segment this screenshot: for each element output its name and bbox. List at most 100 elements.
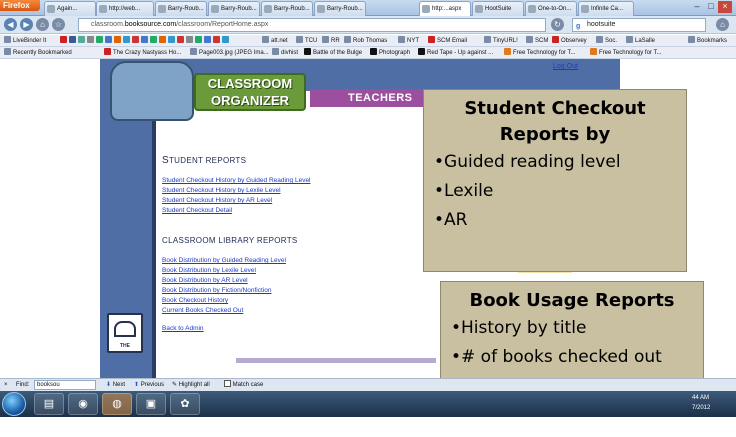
powerpoint-icon[interactable]: ▣ [136,393,166,415]
bookmark-item[interactable]: Observey [552,35,587,46]
minimize-icon[interactable]: – [690,1,704,13]
bookmark-icon[interactable] [114,36,121,43]
bookmark-item[interactable]: LiveBinder It [4,35,46,46]
page-icon [418,48,425,55]
bookmark-icon[interactable] [222,36,229,43]
home-button-icon[interactable]: ⌂ [716,18,729,31]
teachers-tab[interactable]: TEACHERS [348,89,413,107]
report-link[interactable]: Student Checkout History by Lexile Level [162,187,281,194]
browser-tab[interactable]: Barry-Roub... [261,1,313,16]
report-link[interactable]: Student Checkout History by AR Level [162,197,272,204]
bookmark-item[interactable]: LaSalle [626,35,655,46]
bookmark-item[interactable]: att.net [262,35,288,46]
bookmark-icon[interactable] [204,36,211,43]
bookmark-item[interactable]: NYT [398,35,419,46]
explorer-folder-icon[interactable]: ▤ [34,393,64,415]
bookmark-icon[interactable] [159,36,166,43]
tab-label: Barry-Roub... [327,6,363,12]
bookmark-item[interactable]: Free Technology for T... [504,47,576,58]
search-input[interactable]: g hootsuite [572,18,706,32]
bookmark-item[interactable]: Page003.jpg (JPEG Ima... [190,47,269,58]
bookmark-icon[interactable] [132,36,139,43]
bookmark-item[interactable]: Battle of the Bulge [304,47,362,58]
firefox-icon[interactable]: ◍ [102,393,132,415]
highlight-label: Highlight all [178,382,210,388]
bookmark-icon[interactable] [168,36,175,43]
maximize-icon[interactable]: □ [704,1,718,13]
bookmark-icon[interactable] [96,36,103,43]
bookmark-item[interactable]: Recently Bookmarked [4,47,72,58]
bookmark-icon[interactable] [87,36,94,43]
url-bar[interactable]: classroom.booksource.com/classroom/Repor… [78,18,546,32]
home-icon[interactable]: ⌂ [36,18,49,31]
bookmark-star-icon[interactable]: ☆ [52,18,65,31]
bookmarks-menu[interactable]: Bookmarks [688,35,727,46]
firefox-menu-button[interactable]: Firefox [0,0,40,11]
report-link[interactable]: Student Checkout Detail [162,207,232,214]
browser-tab[interactable]: HootSuite [472,1,524,16]
bookmark-icon[interactable] [195,36,202,43]
report-link[interactable]: Book Distribution by AR Level [162,277,248,284]
logout-link[interactable]: Log Out [553,63,578,70]
bookmark-label: Free Technology for T... [513,50,576,56]
report-link[interactable]: Book Distribution by Fiction/Nonfiction [162,287,271,294]
bookmark-icon[interactable] [78,36,85,43]
forward-arrow-icon[interactable]: ▶ [20,18,33,31]
report-link[interactable]: Student Checkout History by Guided Readi… [162,177,311,184]
bookmark-icon[interactable] [213,36,220,43]
bookmark-icon[interactable] [186,36,193,43]
browser-tab-active[interactable]: http:...aspx [419,1,471,16]
report-link[interactable]: Book Distribution by Guided Reading Leve… [162,257,286,264]
back-to-admin-link[interactable]: Back to Admin [162,325,204,332]
bookmark-item[interactable]: TinyURL! [484,35,518,46]
find-previous-button[interactable]: ⬆ Previous [134,379,164,391]
chrome-icon[interactable]: ◉ [68,393,98,415]
blogger-icon [590,48,597,55]
browser-tab[interactable]: Barry-Roub... [155,1,207,16]
find-next-button[interactable]: ⬇ Next [106,379,125,391]
bookmark-item[interactable]: Soc. [596,35,617,46]
bookmark-item[interactable]: divhist [272,47,298,58]
tab-label: Barry-Roub... [274,6,310,12]
paint-icon[interactable]: ✿ [170,393,200,415]
bookmark-item[interactable]: SCM [526,35,548,46]
find-input[interactable]: booksou [34,380,96,390]
browser-tab[interactable]: http://web... [96,1,154,16]
bookmark-icon[interactable] [150,36,157,43]
bookmark-item[interactable]: SCM Email [428,35,467,46]
browser-tab[interactable]: Barry-Roub... [314,1,366,16]
page-icon [4,36,11,43]
browser-tab[interactable]: Infinite Ca... [578,1,634,16]
bookmark-item[interactable]: Free Technology for T... [590,47,661,58]
bookmark-item[interactable]: RR [322,35,340,46]
bookmark-icon[interactable] [105,36,112,43]
browser-tab[interactable]: Again... [44,1,96,16]
bookmark-item[interactable]: The Crazy Nastyass Ho... [104,47,181,58]
system-clock[interactable]: 44 AM 7/2012 [692,393,710,413]
browser-tab[interactable]: One-to-On... [525,1,577,16]
bookmark-icon[interactable] [123,36,130,43]
report-link[interactable]: Book Checkout History [162,297,228,304]
bookmark-item[interactable]: TCU [296,35,317,46]
close-icon[interactable]: × [718,1,732,13]
bookmark-icon[interactable] [141,36,148,43]
close-find-icon[interactable]: × [4,379,8,391]
bookmark-item[interactable]: Photograph [370,47,410,58]
youtube-icon[interactable] [60,36,67,43]
windows-start-icon[interactable] [2,392,26,416]
report-link[interactable]: Book Distribution by Lexile Level [162,267,256,274]
reload-icon[interactable]: ↻ [551,18,564,31]
bookmark-item[interactable]: Rob Thomas [344,35,387,46]
backpack-logo-icon [110,61,194,121]
tab-label: Again... [57,6,78,12]
report-link[interactable]: Current Books Checked Out [162,307,243,314]
back-arrow-icon[interactable]: ◀ [4,18,17,31]
bookmark-icon[interactable] [177,36,184,43]
site-logo[interactable]: CLASSROOM ORGANIZER [194,73,306,111]
highlight-all-button[interactable]: ✎ Highlight all [172,379,210,391]
facebook-icon[interactable] [69,36,76,43]
bookmark-item[interactable]: Red Tape - Up against ... [418,47,493,58]
match-case-checkbox[interactable]: Match case [224,379,263,391]
callout-bullet: •Lexile [434,181,494,201]
browser-tab[interactable]: Barry-Roub... [208,1,260,16]
